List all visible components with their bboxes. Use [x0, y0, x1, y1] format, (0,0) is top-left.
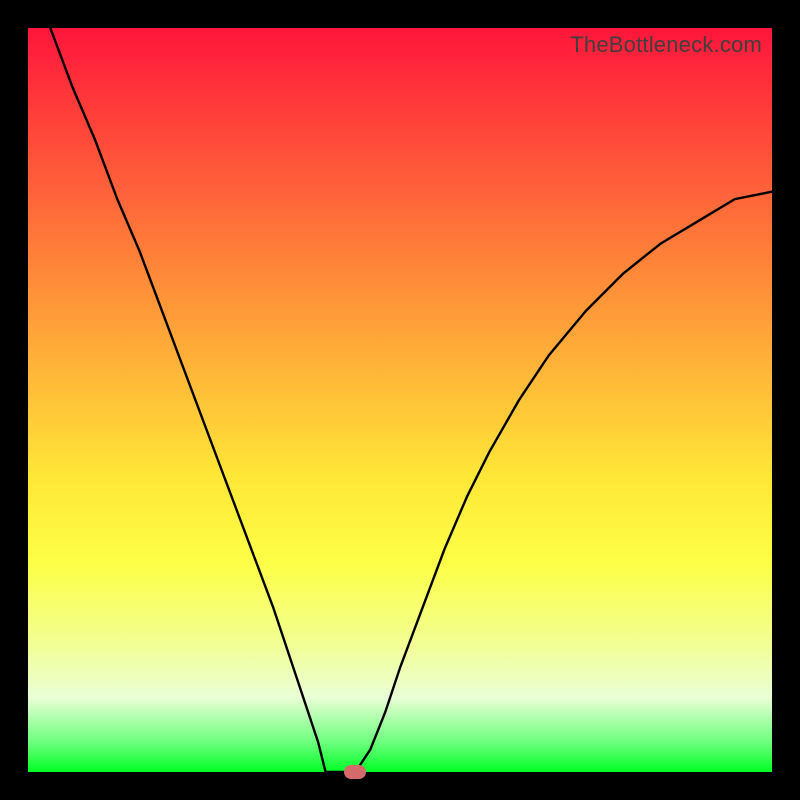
minimum-marker	[344, 765, 366, 779]
chart-frame: TheBottleneck.com	[0, 0, 800, 800]
bottleneck-curve	[28, 28, 772, 772]
plot-area: TheBottleneck.com	[28, 28, 772, 772]
